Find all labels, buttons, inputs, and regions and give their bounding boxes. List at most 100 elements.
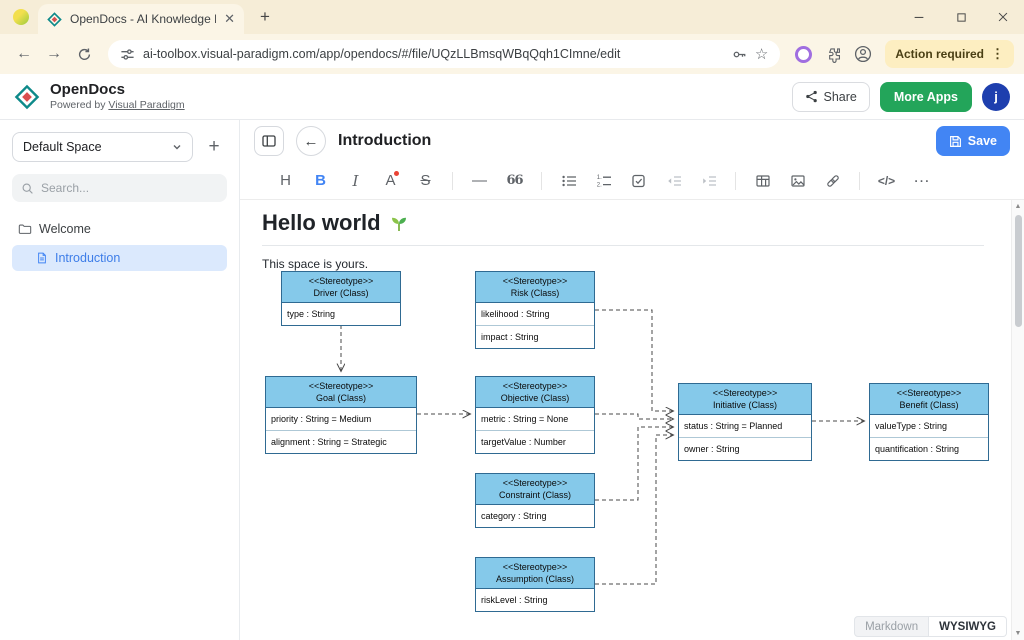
user-avatar[interactable]: j [982, 83, 1010, 111]
bookmark-star-icon[interactable]: ☆ [755, 47, 768, 62]
edge-objective-initiative [595, 414, 673, 419]
toolbar-separator [452, 172, 453, 190]
brand-block: OpenDocs Powered by Visual Paradigm [50, 81, 185, 113]
tab-title: OpenDocs - AI Knowledge Base [70, 12, 216, 26]
back-button[interactable]: ← [296, 126, 326, 156]
editor-canvas[interactable]: Hello world This space is yours. [240, 200, 1024, 640]
class-name: Objective (Class) [478, 392, 592, 404]
new-tab-button[interactable]: + [252, 4, 278, 30]
stereotype-label: <<Stereotype>> [681, 387, 809, 399]
stereotype-label: <<Stereotype>> [478, 380, 592, 392]
class-attribute: alignment : String = Strategic [266, 430, 416, 453]
format-toolbar: H B I A S — 66 1.2. [240, 162, 1024, 200]
numbered-list-button[interactable]: 1.2. [586, 166, 621, 196]
search-input[interactable] [41, 181, 218, 195]
class-name: Constraint (Class) [478, 489, 592, 501]
doc-title: Introduction [338, 132, 431, 150]
browser-profile-icon[interactable] [13, 9, 29, 25]
toolbar-more-button[interactable]: … [904, 166, 939, 196]
forward-icon[interactable]: → [40, 40, 68, 68]
task-list-button[interactable] [621, 166, 656, 196]
site-settings-icon[interactable] [120, 47, 135, 62]
class-attribute: targetValue : Number [476, 430, 594, 453]
uml-class-risk[interactable]: <<Stereotype>>Risk (Class) likelihood : … [475, 271, 595, 349]
uml-class-benefit[interactable]: <<Stereotype>>Benefit (Class) valueType … [869, 383, 989, 461]
text-color-button[interactable]: A [373, 166, 408, 196]
uml-class-goal[interactable]: <<Stereotype>>Goal (Class) priority : St… [265, 376, 417, 454]
space-selector[interactable]: Default Space [12, 132, 193, 162]
minimize-button[interactable] [898, 0, 940, 34]
maximize-button[interactable] [940, 0, 982, 34]
wysiwyg-mode-button[interactable]: WYSIWYG [929, 616, 1007, 637]
extension-avatar-icon[interactable] [795, 46, 812, 63]
link-button[interactable] [815, 166, 850, 196]
toolbar-separator [859, 172, 860, 190]
toggle-sidebar-button[interactable] [254, 126, 284, 156]
uml-class-driver[interactable]: <<Stereotype>>Driver (Class) type : Stri… [281, 271, 401, 326]
quote-button[interactable]: 66 [497, 166, 532, 196]
visual-paradigm-link[interactable]: Visual Paradigm [108, 99, 184, 111]
badge-menu-icon[interactable]: ⋮ [991, 46, 1004, 62]
class-attribute: likelihood : String [476, 303, 594, 325]
url-bar[interactable]: ai-toolbox.visual-paradigm.com/app/opend… [108, 40, 780, 68]
outdent-button[interactable] [656, 166, 691, 196]
chevron-down-icon [172, 142, 182, 152]
horizontal-rule-button[interactable]: — [462, 166, 497, 196]
class-attribute: impact : String [476, 325, 594, 348]
uml-class-initiative[interactable]: <<Stereotype>>Initiative (Class) status … [678, 383, 812, 461]
class-attribute: type : String [282, 303, 400, 325]
search-box[interactable] [12, 174, 227, 202]
scroll-down-icon[interactable]: ▼ [1015, 627, 1022, 640]
code-button[interactable]: </> [869, 166, 904, 196]
uml-diagram[interactable]: <<Stereotype>>Driver (Class) type : Stri… [240, 200, 1024, 640]
heading-button[interactable]: H [268, 166, 303, 196]
image-button[interactable] [780, 166, 815, 196]
class-name: Driver (Class) [284, 287, 398, 299]
more-apps-button[interactable]: More Apps [880, 82, 972, 112]
reload-icon[interactable] [70, 40, 98, 68]
editor-mode-toggle: Markdown WYSIWYG [854, 616, 1007, 637]
uml-class-assumption[interactable]: <<Stereotype>>Assumption (Class) riskLev… [475, 557, 595, 612]
indent-button[interactable] [691, 166, 726, 196]
share-button[interactable]: Share [792, 82, 870, 112]
save-button[interactable]: Save [936, 126, 1010, 156]
browser-tab[interactable]: OpenDocs - AI Knowledge Base ✕ [38, 4, 244, 34]
scroll-up-icon[interactable]: ▲ [1015, 200, 1022, 213]
sidebar-item-welcome[interactable]: Welcome [12, 216, 227, 242]
action-required-label: Action required [895, 47, 984, 61]
italic-button[interactable]: I [338, 166, 373, 196]
stereotype-label: <<Stereotype>> [284, 275, 398, 287]
browser-window: OpenDocs - AI Knowledge Base ✕ + ← → ai-… [0, 0, 1024, 640]
passwords-key-icon[interactable] [732, 47, 747, 62]
table-button[interactable] [745, 166, 780, 196]
strikethrough-button[interactable]: S [408, 166, 443, 196]
add-space-button[interactable]: + [201, 134, 227, 160]
uml-class-constraint[interactable]: <<Stereotype>>Constraint (Class) categor… [475, 473, 595, 528]
browser-profile-avatar-icon[interactable] [849, 40, 877, 68]
class-attribute: valueType : String [870, 415, 988, 437]
markdown-mode-button[interactable]: Markdown [854, 616, 929, 637]
close-window-button[interactable] [982, 0, 1024, 34]
extensions-puzzle-icon[interactable] [819, 40, 847, 68]
scrollbar-thumb[interactable] [1015, 215, 1022, 327]
toolbar-separator [541, 172, 542, 190]
save-icon [949, 135, 962, 148]
back-icon[interactable]: ← [10, 40, 38, 68]
bullet-list-button[interactable] [551, 166, 586, 196]
doc-header: ← Introduction Save [240, 120, 1024, 162]
uml-class-objective[interactable]: <<Stereotype>>Objective (Class) metric :… [475, 376, 595, 454]
tab-favicon-icon [47, 12, 62, 27]
share-icon [805, 90, 818, 103]
bold-button[interactable]: B [303, 166, 338, 196]
tab-close-icon[interactable]: ✕ [224, 11, 235, 27]
space-selector-value: Default Space [23, 140, 102, 154]
app-header: OpenDocs Powered by Visual Paradigm Shar… [0, 74, 1024, 120]
sidebar-item-introduction[interactable]: Introduction [12, 245, 227, 271]
editor-scrollbar[interactable]: ▲ ▼ [1011, 200, 1024, 640]
url-text[interactable]: ai-toolbox.visual-paradigm.com/app/opend… [143, 47, 724, 61]
stereotype-label: <<Stereotype>> [268, 380, 414, 392]
class-attribute: status : String = Planned [679, 415, 811, 437]
action-required-badge[interactable]: Action required ⋮ [885, 40, 1014, 68]
stereotype-label: <<Stereotype>> [478, 275, 592, 287]
edge-assumption-initiative [595, 435, 673, 584]
